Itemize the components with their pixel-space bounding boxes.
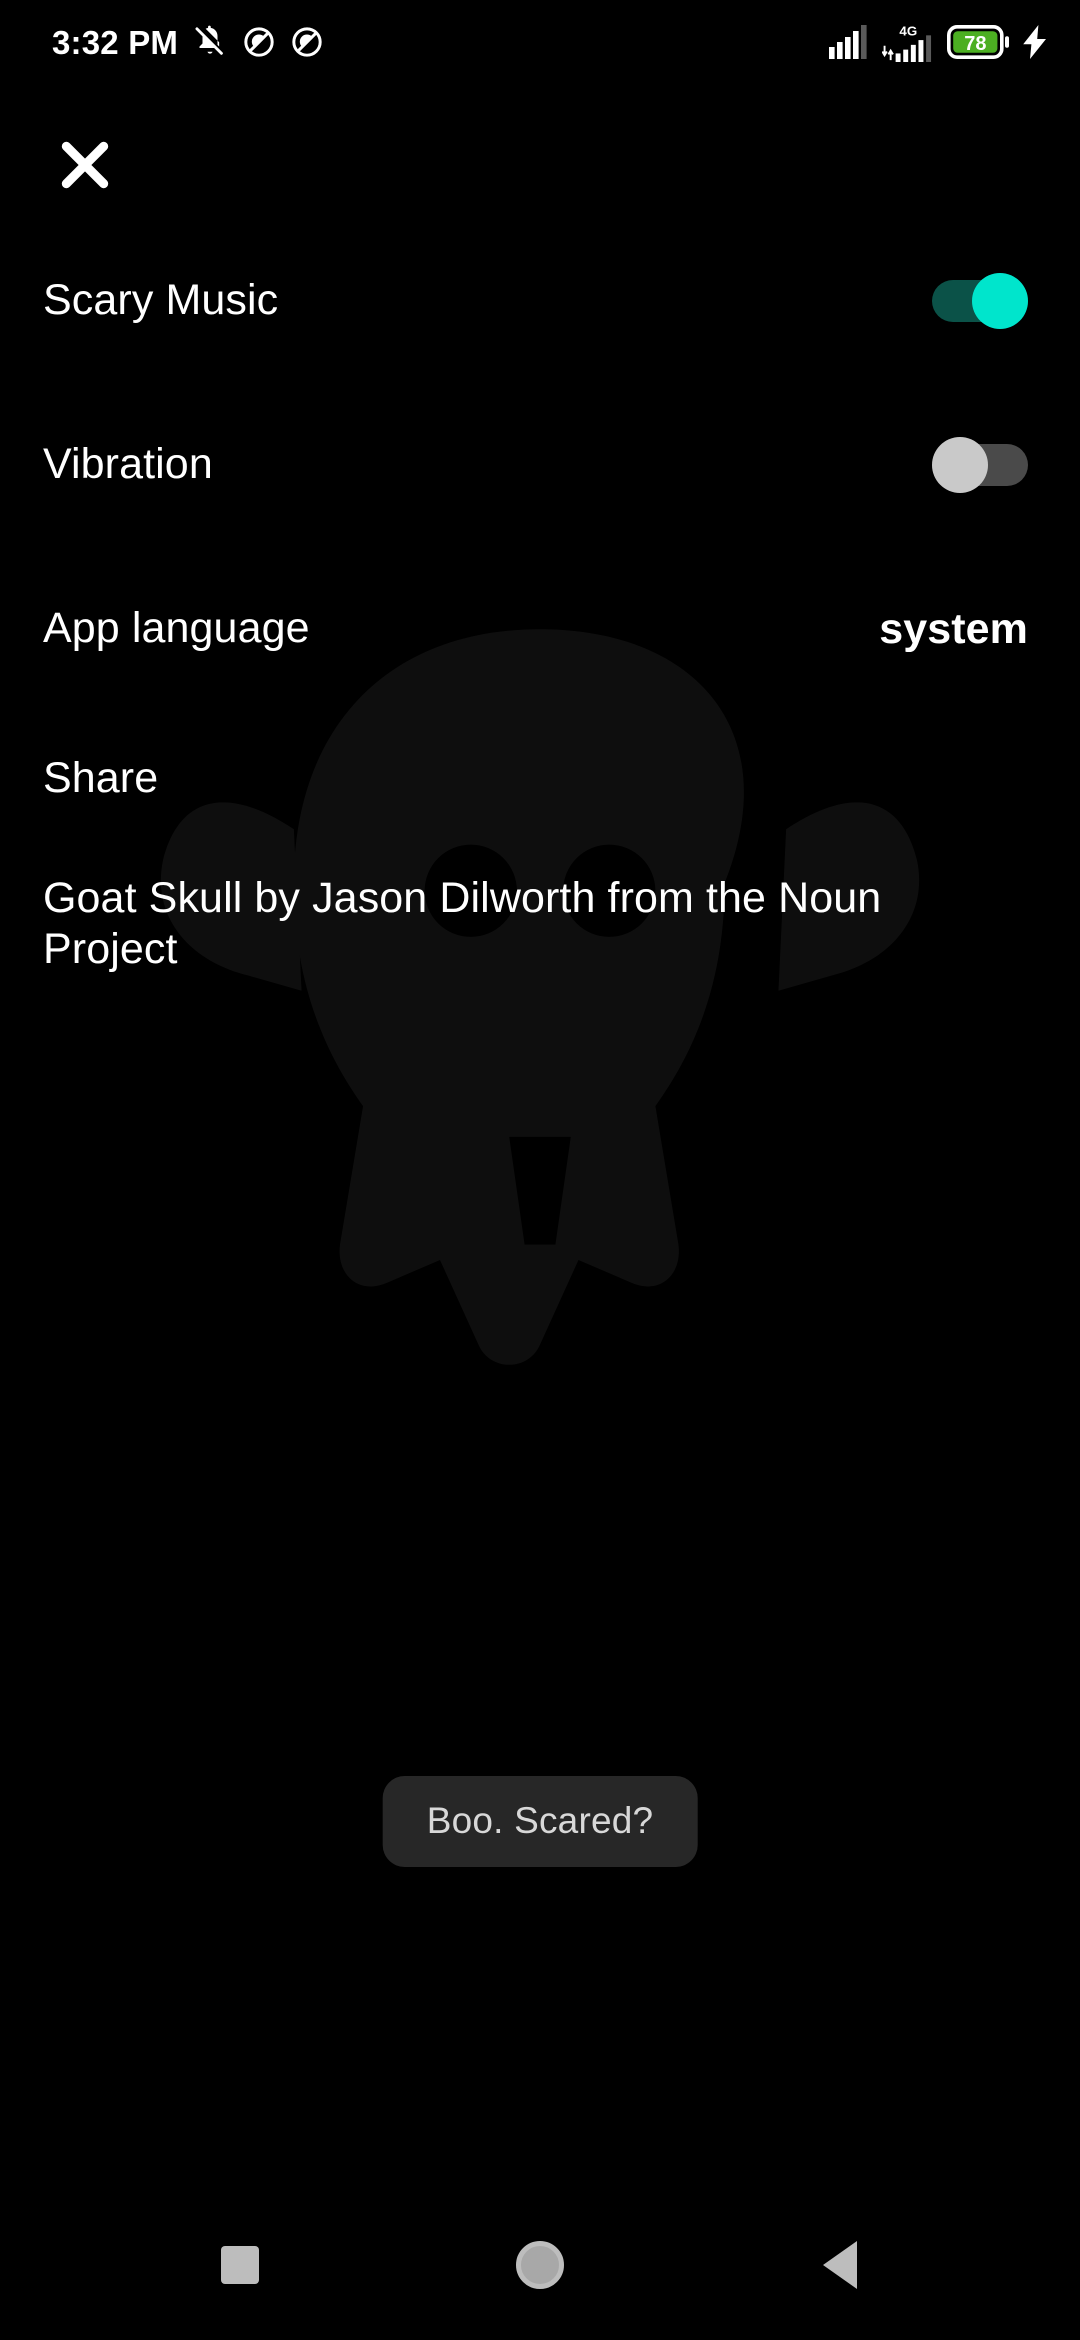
toggle-thumb bbox=[932, 437, 988, 493]
bell-off-icon bbox=[195, 25, 224, 55]
signal-bars-icon bbox=[829, 25, 867, 59]
settings-list: Scary Music Vibration App language syste… bbox=[0, 245, 1080, 974]
do-not-disturb-icon bbox=[292, 27, 322, 57]
row-spacer bbox=[0, 521, 1080, 573]
do-not-disturb-icon bbox=[244, 27, 274, 57]
toggle-thumb bbox=[972, 273, 1028, 329]
status-bar-right: 4G 78 bbox=[829, 22, 1048, 62]
settings-row-label: Scary Music bbox=[43, 276, 279, 325]
settings-row-label: App language bbox=[43, 604, 310, 653]
settings-row-scary-music[interactable]: Scary Music bbox=[0, 245, 1080, 357]
android-navigation-bar bbox=[0, 2190, 1080, 2340]
status-bar-left: 3:32 PM bbox=[52, 24, 324, 60]
settings-row-label: Share bbox=[43, 754, 159, 803]
svg-text:4G: 4G bbox=[899, 24, 917, 39]
vibration-toggle[interactable] bbox=[932, 437, 1028, 493]
home-button[interactable] bbox=[450, 2190, 630, 2340]
app-language-value: system bbox=[879, 604, 1028, 653]
recents-button[interactable] bbox=[150, 2190, 330, 2340]
settings-row-vibration[interactable]: Vibration bbox=[0, 409, 1080, 521]
scary-music-toggle[interactable] bbox=[932, 273, 1028, 329]
toast-message: Boo. Scared? bbox=[426, 1800, 654, 1841]
row-spacer bbox=[0, 357, 1080, 409]
circle-icon bbox=[516, 2241, 564, 2289]
settings-row-label: Vibration bbox=[43, 440, 213, 489]
row-spacer bbox=[0, 685, 1080, 723]
battery-percent-label: 78 bbox=[964, 33, 986, 55]
close-button[interactable] bbox=[30, 110, 140, 220]
triangle-left-icon bbox=[823, 2241, 857, 2289]
status-clock: 3:32 PM bbox=[52, 23, 179, 61]
status-bar: 3:32 PM 4G 78 bbox=[0, 0, 1080, 84]
close-icon bbox=[61, 141, 109, 189]
mobile-data-4g-icon: 4G bbox=[882, 24, 932, 62]
attribution-text[interactable]: Goat Skull by Jason Dilworth from the No… bbox=[0, 873, 1040, 974]
settings-row-app-language[interactable]: App language system bbox=[0, 573, 1080, 685]
toast: Boo. Scared? bbox=[382, 1776, 698, 1867]
row-spacer bbox=[0, 835, 1080, 873]
charging-bolt-icon bbox=[1023, 25, 1046, 59]
back-button[interactable] bbox=[750, 2190, 930, 2340]
app-screen: 3:32 PM 4G 78 Scary Music Vibration App … bbox=[0, 0, 1080, 2340]
settings-row-share[interactable]: Share bbox=[0, 723, 1080, 835]
square-icon bbox=[221, 2246, 259, 2284]
battery-icon: 78 bbox=[947, 25, 1009, 59]
